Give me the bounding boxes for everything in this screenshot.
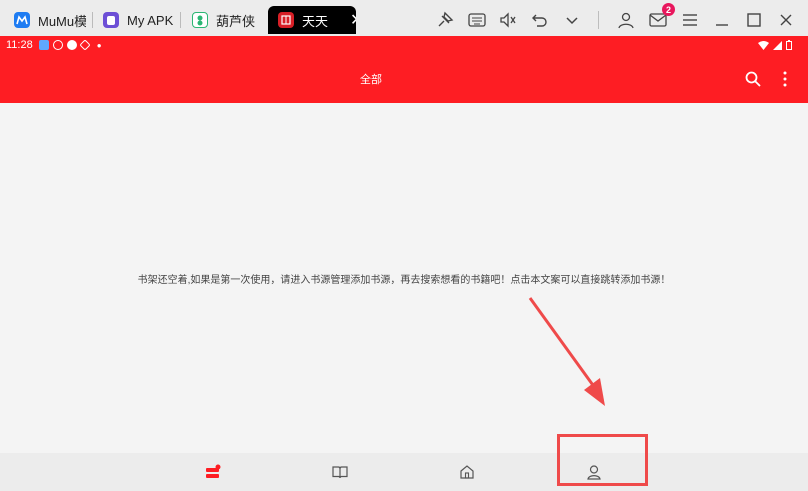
download-icon [66,40,77,50]
tab-label: MuMu模 [38,13,86,29]
battery-icon [786,40,792,50]
back-icon[interactable] [529,9,551,31]
minimize-icon[interactable] [711,9,733,31]
close-window-icon[interactable] [775,9,797,31]
home-icon[interactable] [458,463,476,481]
tab-tiantian[interactable]: 天天 ✕ [268,6,356,34]
sync-icon [52,40,63,50]
huluxia-icon [192,12,208,28]
search-icon[interactable] [744,70,762,88]
page-title[interactable]: 全部 [0,71,742,87]
bookshelf-icon[interactable] [204,463,222,481]
account-icon[interactable] [615,9,637,31]
tab-label: 天天 [302,13,329,29]
keyboard-icon[interactable] [466,9,488,31]
tab-mumu[interactable]: MuMu模 [14,6,86,34]
book-open-icon[interactable] [331,463,349,481]
app-notification-icon [38,40,49,50]
close-icon[interactable]: ✕ [350,10,356,30]
status-icons [758,40,792,50]
maximize-icon[interactable] [743,9,765,31]
bottom-navigation [0,453,808,491]
tab-divider [92,12,93,28]
app-header: 11:28 ● 全部 [0,36,808,103]
cube-icon [79,39,91,51]
annotation-highlight-box [557,434,648,486]
tab-my-apk[interactable]: My APK [103,6,173,34]
emulator-toolbar: MuMu模 My APK 葫芦侠 天天 ✕ 2 [0,0,808,40]
tiantian-icon [278,12,294,28]
status-bar: 11:28 ● [6,39,102,51]
pin-icon[interactable] [434,9,456,31]
mumu-icon [14,12,30,28]
empty-bookshelf-message[interactable]: 书架还空着,如果是第一次使用，请进入书源管理添加书源，再去搜索想看的书籍吧！点击… [0,271,808,286]
tab-label: 葫芦侠 [216,13,256,29]
more-vert-icon[interactable] [780,70,790,88]
tab-huluxia[interactable]: 葫芦侠 [192,6,262,34]
toolbar-divider [598,11,599,29]
dot-icon: ● [96,40,102,50]
bookshelf-content: 书架还空着,如果是第一次使用，请进入书源管理添加书源，再去搜索想看的书籍吧！点击… [0,103,808,453]
menu-icon[interactable] [679,9,701,31]
tab-label: My APK [127,12,173,28]
mail-icon[interactable]: 2 [647,3,675,31]
chevron-down-icon[interactable] [561,9,583,31]
my-apk-icon [103,12,119,28]
volume-mute-icon[interactable] [497,9,519,31]
status-time: 11:28 [6,39,33,51]
wifi-icon [758,40,769,50]
tab-divider [180,12,181,28]
signal-icon [773,40,782,50]
notification-badge: 2 [662,3,675,16]
